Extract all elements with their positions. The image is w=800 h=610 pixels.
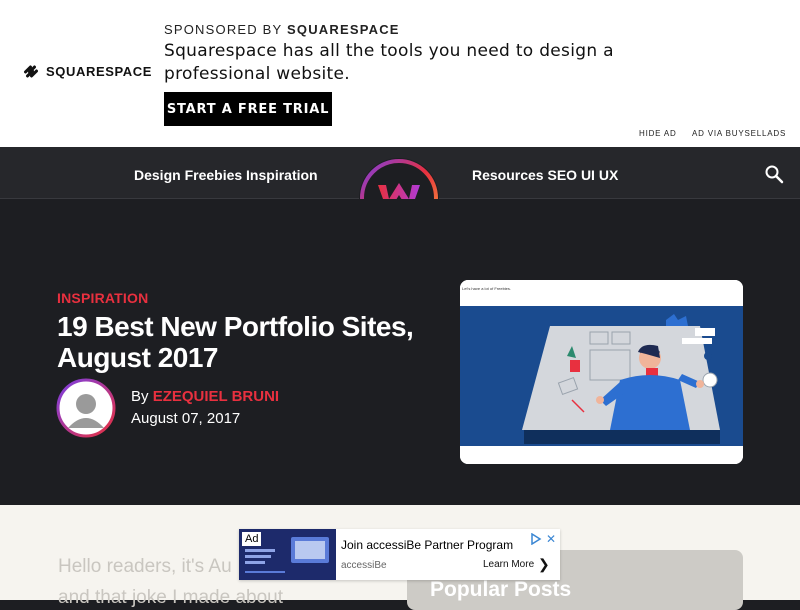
- learn-more-button[interactable]: Learn More: [483, 559, 534, 570]
- sponsored-by-name: SQUARESPACE: [287, 22, 400, 37]
- featured-image: [460, 280, 743, 464]
- category-link[interactable]: INSPIRATION: [57, 290, 148, 306]
- ad-sponsor: accessiBe: [341, 560, 387, 571]
- intro-line-2: and that joke I made about: [58, 587, 283, 608]
- ad-copy[interactable]: Squarespace has all the tools you need t…: [164, 40, 624, 86]
- search-icon[interactable]: [764, 164, 784, 184]
- intro-line-1: Hello readers, it's Au: [58, 556, 232, 577]
- sponsored-label: SPONSORED BY SQUARESPACE: [164, 22, 400, 37]
- squarespace-logo[interactable]: SQUARESPACE: [22, 63, 152, 79]
- chevron-right-icon[interactable]: ❯: [538, 556, 550, 573]
- squarespace-logo-text: SQUARESPACE: [46, 63, 153, 79]
- featured-image-caption: Let's have a lot of Freebies.: [462, 286, 512, 291]
- article-title: 19 Best New Portfolio Sites, August 2017: [57, 311, 414, 373]
- squarespace-logo-icon: [24, 65, 38, 78]
- start-free-trial-button[interactable]: START A FREE TRIAL: [164, 92, 332, 126]
- ad-via-link[interactable]: AD VIA BUYSELLADS: [692, 129, 786, 138]
- hide-ad-link[interactable]: HIDE AD: [639, 129, 677, 138]
- ad-headline[interactable]: Join accessiBe Partner Program: [341, 538, 513, 552]
- nav-right-items[interactable]: Resources SEO UI UX: [472, 167, 618, 183]
- sponsored-prefix: SPONSORED BY: [164, 22, 288, 37]
- adchoices-icon[interactable]: [530, 532, 542, 546]
- close-icon[interactable]: ✕: [546, 532, 556, 546]
- byline: By EZEQUIEL BRUNI: [131, 388, 279, 405]
- nav-left-items[interactable]: Design Freebies Inspiration: [134, 167, 318, 183]
- by-label: By: [131, 388, 153, 405]
- popular-posts-title: Popular Posts: [430, 578, 572, 601]
- publish-date: August 07, 2017: [131, 410, 241, 427]
- ad-badge: Ad: [241, 531, 263, 547]
- author-link[interactable]: EZEQUIEL BRUNI: [153, 388, 279, 405]
- author-avatar[interactable]: [56, 378, 116, 438]
